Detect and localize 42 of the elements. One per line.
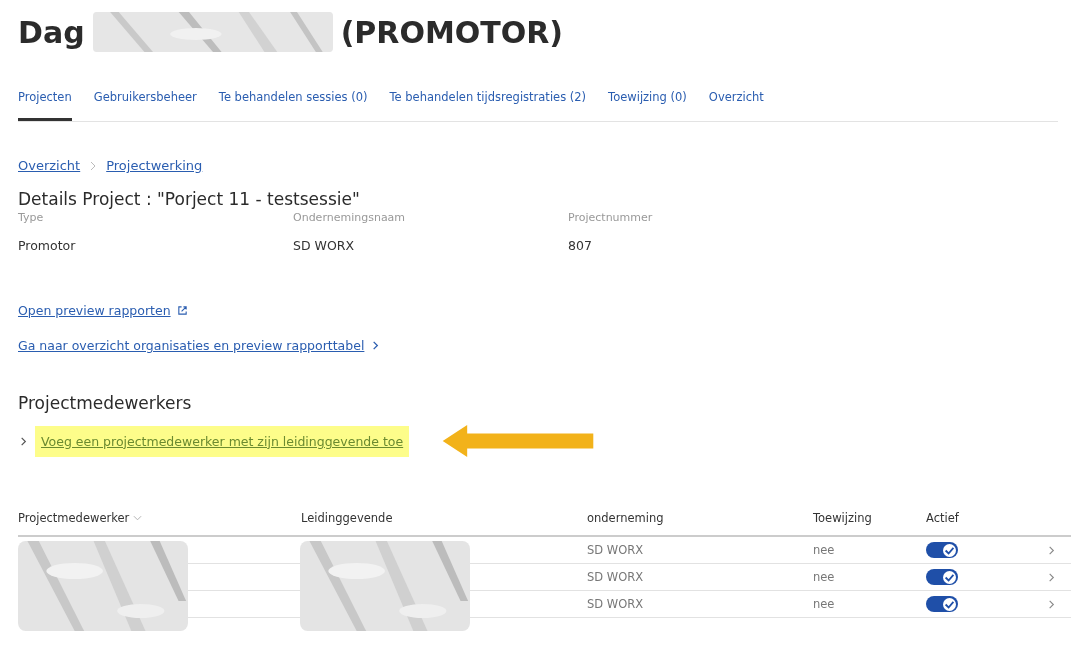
field-label: Ondernemingsnaam bbox=[293, 211, 407, 224]
table-cell: nee bbox=[813, 570, 835, 584]
role-title: (PROMOTOR) bbox=[340, 14, 564, 50]
toggle-switch[interactable] bbox=[926, 596, 958, 612]
toggle-switch[interactable] bbox=[926, 569, 958, 585]
link[interactable]: Ga naar overzicht organisaties en preview rapporttabel bbox=[18, 338, 365, 353]
field-label: Type bbox=[18, 211, 45, 224]
section-title: Projectmedewerkers bbox=[18, 393, 193, 413]
column-header: Toewijzing bbox=[813, 511, 872, 525]
tab[interactable]: Gebruikersbeheer bbox=[93, 86, 197, 121]
column-header: Projectmedewerker bbox=[18, 511, 130, 525]
chevron-icon[interactable] bbox=[1046, 544, 1057, 556]
field-value: Promotor bbox=[18, 238, 77, 253]
separator-icon bbox=[90, 160, 97, 171]
table-cell: nee bbox=[813, 543, 835, 557]
breadcrumb-link[interactable]: Overzicht bbox=[18, 158, 81, 173]
sort-icon[interactable] bbox=[133, 515, 143, 521]
column-header: Actief bbox=[926, 511, 959, 525]
toggle-switch[interactable] bbox=[926, 542, 958, 558]
greeting-title: Dag bbox=[18, 14, 85, 50]
column-header: onderneming bbox=[587, 511, 664, 525]
tab[interactable]: Te behandelen sessies (0) bbox=[218, 86, 368, 121]
chevron-icon bbox=[18, 435, 29, 447]
breadcrumb-link[interactable]: Projectwerking bbox=[106, 158, 203, 173]
link[interactable]: Open preview rapporten bbox=[18, 303, 171, 318]
tab[interactable]: Te behandelen tijdsregistraties (2) bbox=[389, 86, 587, 121]
column-header: Leidinggevende bbox=[301, 511, 393, 525]
field-label: Projectnummer bbox=[568, 211, 654, 224]
table-cell: SD WORX bbox=[587, 597, 644, 611]
table-cell: SD WORX bbox=[587, 570, 644, 584]
tab[interactable]: Projecten bbox=[18, 86, 72, 121]
add-link[interactable]: Voeg een projectmedewerker met zijn leidinggevende toe bbox=[35, 425, 410, 457]
table-cell: SD WORX bbox=[587, 543, 644, 557]
field-value: SD WORX bbox=[293, 238, 355, 253]
chevron-icon[interactable] bbox=[1046, 571, 1057, 583]
tab[interactable]: Toewijzing (0) bbox=[608, 86, 687, 121]
field-value: 807 bbox=[568, 238, 593, 253]
tab[interactable]: Overzicht bbox=[708, 86, 764, 121]
table-cell: nee bbox=[813, 597, 835, 611]
external-link-icon bbox=[176, 305, 188, 316]
chevron-icon[interactable] bbox=[1046, 598, 1057, 610]
details-title: Details Project : "Porject 11 - testsessie" bbox=[18, 189, 361, 209]
